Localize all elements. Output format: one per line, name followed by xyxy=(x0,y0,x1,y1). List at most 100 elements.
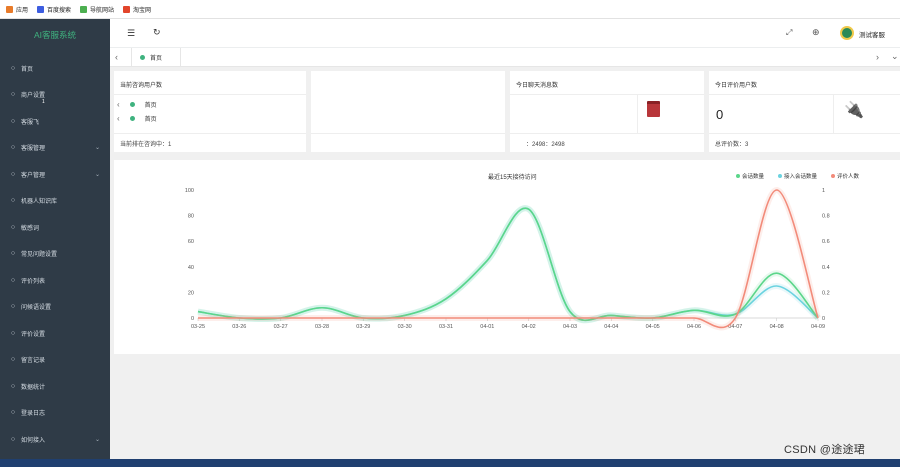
sidebar-item[interactable]: ○ 评价设置 xyxy=(0,323,110,343)
sidebar-item-label: 登录日志 xyxy=(21,411,46,417)
sidebar-item[interactable]: ○ 留言记录 xyxy=(0,350,110,370)
stat-card-reviews: 今日评价用户数 0 🔌 总评价数：3 xyxy=(709,71,900,152)
active-dot-icon xyxy=(129,116,135,121)
headset-icon: ○ xyxy=(10,117,16,125)
fullscreen-icon[interactable]: ⤢ xyxy=(786,28,792,38)
log-icon: ○ xyxy=(10,409,16,416)
sidebar-item-label: 客服飞 xyxy=(21,119,40,126)
y-left-tick-label: 20 xyxy=(188,290,194,296)
bookmark-baidu[interactable]: 百度搜索 xyxy=(37,5,71,14)
user-name[interactable]: 测试客服 xyxy=(859,29,885,39)
top-bar: ☰ ↻ ⤢ ⊕ 测试客服 xyxy=(110,19,900,48)
baidu-icon xyxy=(37,5,45,13)
user-icon: ○ xyxy=(10,144,16,151)
sidebar-item[interactable]: ○ 评价列表 xyxy=(0,270,110,290)
sidebar-item[interactable]: ○ 数据统计 xyxy=(0,376,110,396)
sidebar-item[interactable]: ○ 登录日志 xyxy=(0,403,110,423)
y-left-tick-label: 60 xyxy=(188,239,194,245)
chevron-left-icon: ‹ xyxy=(117,100,120,109)
y-right-tick-label: 0 xyxy=(822,316,825,322)
x-tick-label: 03-28 xyxy=(315,324,329,330)
sidebar-item[interactable]: ○ 机器人知识库 xyxy=(0,191,110,211)
watermark: CSDN @途途珺 xyxy=(784,444,866,456)
bookmark-apps[interactable]: 应用 xyxy=(6,5,28,14)
sidebar-item[interactable]: ○ 商户设置 xyxy=(0,85,110,105)
tab-scroll-left-icon[interactable]: ‹ xyxy=(115,52,118,62)
sidebar-item[interactable]: ○ 如何接入 ⌄ xyxy=(0,429,110,449)
sidebar-item-label: 数据统计 xyxy=(21,384,46,391)
stat-card-2 xyxy=(311,71,505,152)
sidebar-item[interactable]: ○ 客户管理 ⌄ xyxy=(0,164,110,184)
y-right-tick-label: 0.2 xyxy=(822,290,830,296)
sidebar-item[interactable]: ○ 常见问题设置 xyxy=(0,244,110,264)
series-line xyxy=(197,207,819,322)
x-tick-label: 03-26 xyxy=(232,324,246,330)
x-tick-label: 03-29 xyxy=(356,324,370,330)
x-tick-label: 04-09 xyxy=(811,324,825,330)
x-tick-label: 04-03 xyxy=(563,324,577,330)
globe-icon[interactable]: ⊕ xyxy=(812,27,820,38)
sidebar-item-label: 留言记录 xyxy=(21,358,46,364)
sidebar-item[interactable]: ○ 客服管理 ⌄ xyxy=(0,138,110,158)
card-title: 今日聊天消息数 xyxy=(516,83,559,89)
y-left-tick-label: 100 xyxy=(185,188,194,194)
y-right-tick-label: 0.8 xyxy=(822,214,830,220)
sidebar-item-label: 问候语设置 xyxy=(21,305,52,311)
tab-scroll-right-icon[interactable]: › xyxy=(876,52,879,62)
x-tick-label: 04-05 xyxy=(646,324,660,330)
trash-icon xyxy=(647,101,660,117)
active-dot-icon xyxy=(129,102,135,107)
app-title: AI客服系统 xyxy=(33,30,77,40)
card-footer: 当前排在咨询中：1 xyxy=(120,142,172,148)
plug-icon: 🔌 xyxy=(844,102,864,119)
sidebar-item[interactable]: ○ 客服飞 xyxy=(0,111,110,131)
card-footer: ：2498：2498 xyxy=(526,142,565,148)
y-right-tick-label: 0.4 xyxy=(822,265,830,271)
sidebar-item[interactable]: ○ 首页 xyxy=(0,58,110,78)
y-left-tick-label: 80 xyxy=(188,214,194,220)
chat-icon: ○ xyxy=(10,303,16,310)
sidebar-item[interactable]: ○ 敏感词 xyxy=(0,217,110,237)
question-icon: ○ xyxy=(10,250,16,257)
bookmark-nav[interactable]: 导航网站 xyxy=(80,5,114,14)
plug-icon: ○ xyxy=(10,435,16,443)
series-line xyxy=(197,189,819,329)
star-icon: ○ xyxy=(10,276,16,284)
y-left-tick-label: 0 xyxy=(191,316,194,322)
sidebar-item[interactable]: ○ 问候语设置 xyxy=(0,297,110,317)
sidebar: AI客服系统 ○ 首页 ○ 商户设置 ○ 客服飞 ○ 客服管理 ⌄ ○ 客户管理 ⌄ ○ 机器人知识库 ○ 敏… xyxy=(0,19,110,467)
tab-bar: ‹ 首页 › ⌄ xyxy=(110,48,900,67)
shield-icon: ○ xyxy=(10,223,16,231)
y-right-tick-label: 0.6 xyxy=(822,239,830,245)
sidebar-item-label: 评价设置 xyxy=(21,331,46,338)
x-tick-label: 04-02 xyxy=(522,324,536,330)
bookmarks-bar: 应用 百度搜索 导航网站 淘宝网 xyxy=(0,0,900,19)
avatar[interactable] xyxy=(840,26,854,40)
chevron-down-icon: ⌄ xyxy=(94,436,100,443)
dropdown-item[interactable]: ‹ 首页 xyxy=(117,98,227,111)
card-footer: 总评价数：3 xyxy=(715,142,749,148)
chart-panel: 最近15天接待访问 会话数量 接入会话数量 评价人数 03-25 03-26 03-… xyxy=(114,160,900,354)
edit-icon: ○ xyxy=(10,329,16,337)
chevron-down-icon[interactable]: ⌄ xyxy=(891,51,899,62)
x-tick-label: 04-04 xyxy=(604,324,618,330)
menu-toggle-icon[interactable]: ☰ xyxy=(127,28,135,39)
chevron-down-icon: ⌄ xyxy=(94,171,100,178)
notification-dot: 1 xyxy=(42,99,45,105)
x-tick-label: 04-08 xyxy=(770,324,784,330)
tab-home[interactable]: 首页 xyxy=(131,48,181,67)
sidebar-item-label: 商户设置 xyxy=(21,93,46,99)
bookmark-taobao[interactable]: 淘宝网 xyxy=(123,5,151,14)
x-tick-label: 03-30 xyxy=(398,324,412,330)
refresh-icon[interactable]: ↻ xyxy=(153,27,161,38)
x-tick-label: 03-25 xyxy=(191,324,205,330)
sidebar-item-label: 机器人知识库 xyxy=(21,199,58,205)
robot-icon: ○ xyxy=(10,197,16,204)
chart-icon: ○ xyxy=(10,382,16,390)
taobao-icon xyxy=(123,5,131,13)
card-title: 今日评价用户数 xyxy=(715,83,758,89)
y-right-tick-label: 1 xyxy=(822,188,825,194)
dropdown-item[interactable]: ‹ 首页 xyxy=(117,112,227,125)
check-icon xyxy=(80,5,88,13)
taskbar xyxy=(0,459,900,467)
